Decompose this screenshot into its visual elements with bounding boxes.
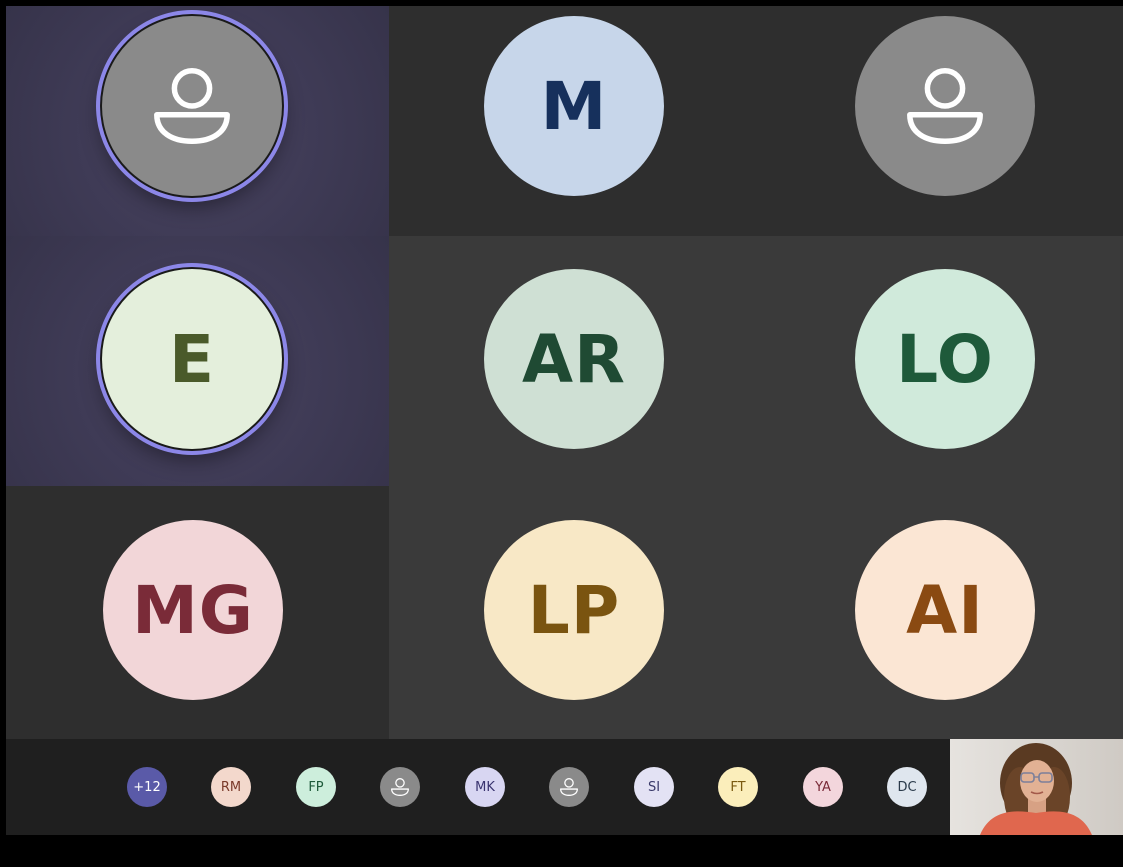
strip-participant-avatar[interactable]: RM <box>211 767 251 807</box>
participant-avatar-person-icon <box>855 16 1035 196</box>
participant-grid: M E AR LO MG LP AI <box>6 6 1123 739</box>
participant-initials: LP <box>527 571 621 649</box>
strip-participant-avatar[interactable]: FT <box>718 767 758 807</box>
person-icon <box>907 68 983 144</box>
strip-participant-initials: FP <box>308 779 324 795</box>
participant-avatar-initials: LP <box>484 520 664 700</box>
participant-initials: LO <box>896 320 994 398</box>
participant-avatar-person-icon <box>102 16 282 196</box>
participant-initials: AR <box>522 320 626 398</box>
strip-participant-initials: YA <box>815 779 831 795</box>
strip-participant-initials: DC <box>897 779 917 795</box>
strip-participant-avatar[interactable] <box>380 767 420 807</box>
participant-tile[interactable]: MG <box>6 486 389 739</box>
participant-tile[interactable] <box>759 6 1123 236</box>
strip-participant-initials: RM <box>220 779 242 795</box>
participant-avatar-initials: E <box>102 269 282 449</box>
participant-avatar-initials: LO <box>855 269 1035 449</box>
participant-initials: AI <box>906 571 984 649</box>
strip-participant-avatar[interactable] <box>549 767 589 807</box>
participant-avatar-initials: M <box>484 16 664 196</box>
participant-tile[interactable]: LP <box>389 486 759 739</box>
participant-tile[interactable] <box>6 6 389 236</box>
participant-tile[interactable]: E <box>6 236 389 486</box>
participant-avatar-initials: MG <box>103 520 283 700</box>
strip-participant-avatar[interactable]: MK <box>465 767 505 807</box>
strip-participant-avatar[interactable]: YA <box>803 767 843 807</box>
strip-participant-avatar[interactable]: FP <box>296 767 336 807</box>
more-participants-count: +12 <box>133 779 161 795</box>
strip-participant-avatar[interactable]: SI <box>634 767 674 807</box>
more-participants-button[interactable]: +12 <box>127 767 167 807</box>
participant-tile[interactable]: AI <box>759 486 1123 739</box>
self-view-image <box>950 739 1123 835</box>
self-view-video[interactable] <box>950 739 1123 835</box>
strip-participant-initials: SI <box>647 779 661 795</box>
participant-avatar-initials: AR <box>484 269 664 449</box>
participant-tile[interactable]: AR <box>389 236 759 486</box>
participant-initials: M <box>540 67 608 145</box>
participant-tile[interactable]: LO <box>759 236 1123 486</box>
participant-initials: MG <box>132 571 254 649</box>
overflow-participant-strip: +12 RM FP MK SI FT YA DC <box>6 739 950 835</box>
strip-participant-initials: FT <box>730 779 746 795</box>
strip-participant-initials: MK <box>475 779 495 795</box>
person-icon <box>154 68 230 144</box>
strip-participant-avatar[interactable]: DC <box>887 767 927 807</box>
person-icon <box>391 778 409 796</box>
meeting-stage: M E AR LO MG LP AI +12 RM FP MK SI FT YA DC <box>6 6 1123 835</box>
participant-avatar-initials: AI <box>855 520 1035 700</box>
participant-tile[interactable]: M <box>389 6 759 236</box>
participant-initials: E <box>168 320 216 398</box>
person-icon <box>560 778 578 796</box>
